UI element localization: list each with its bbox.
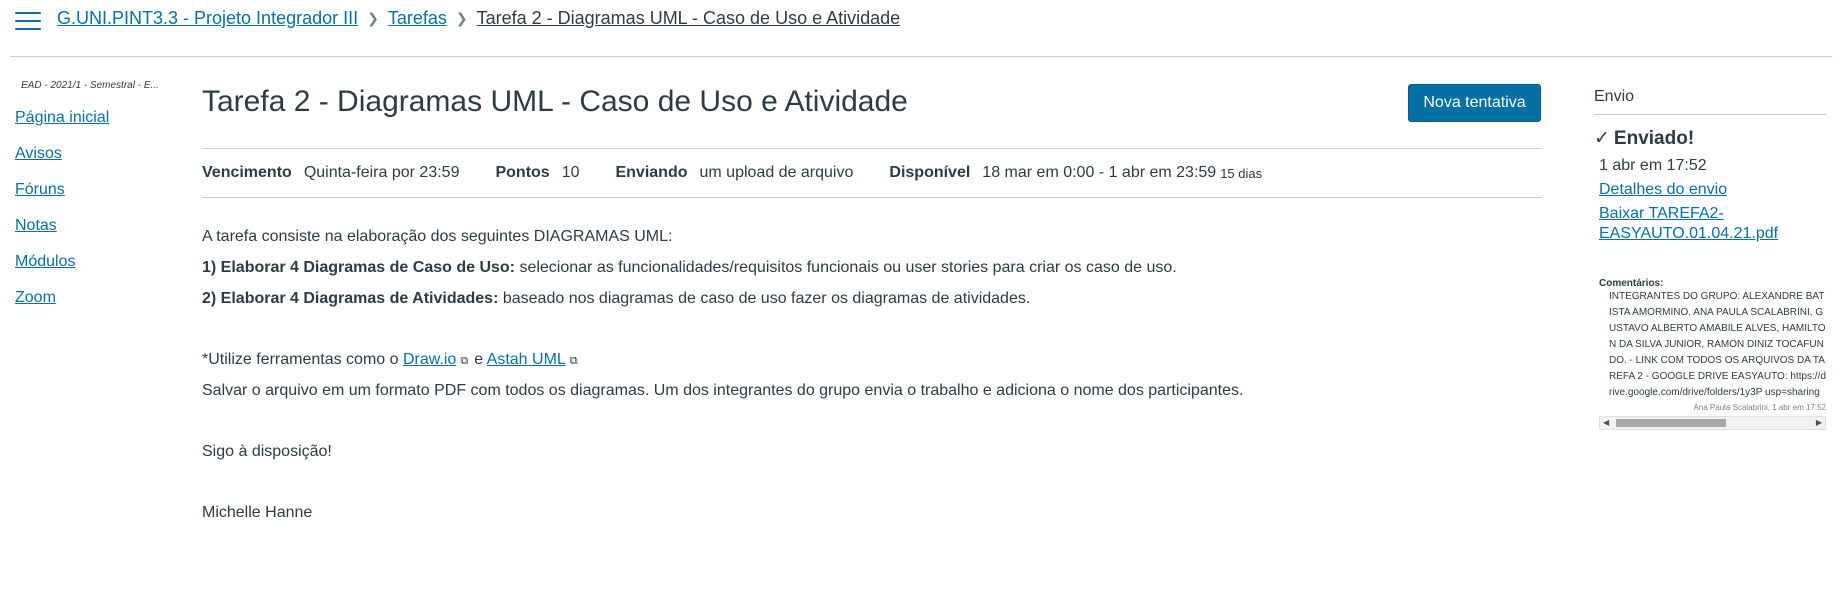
submitting-label: Enviando [615, 164, 688, 181]
breadcrumb: G.UNI.PINT3.3 - Projeto Integrador III ❯… [57, 8, 900, 29]
submission-status-text: Enviado! [1613, 128, 1695, 149]
comment-text: INTEGRANTES DO GRUPO: ALEXANDRE BATISTA … [1609, 291, 1826, 398]
item-2-heading: 2) Elaborar 4 Diagramas de Atividades: [202, 290, 499, 307]
points-value: 10 [561, 164, 580, 181]
scroll-right-icon[interactable]: ▶ [1816, 417, 1822, 429]
available-value: 18 mar em 0:00 - 1 abr em 23:59 [982, 164, 1217, 181]
nav-item-grades[interactable]: Notas [0, 216, 180, 252]
nav-item-modules[interactable]: Módulos [0, 252, 180, 288]
breadcrumb-tasks-link[interactable]: Tarefas [388, 8, 447, 29]
description-tools: *Utilize ferramentas como o Draw.io ⧉ e As… [202, 350, 584, 371]
scrollbar-thumb[interactable] [1616, 419, 1726, 427]
available-days: 15 dias [1220, 165, 1263, 181]
nav-item-forums[interactable]: Fóruns [0, 180, 180, 216]
due-label: Vencimento [202, 164, 292, 181]
astah-link[interactable]: Astah UML [487, 351, 566, 368]
description-intro: A tarefa consiste na elaboração dos segu… [202, 228, 673, 245]
external-link-icon: ⧉ [460, 355, 469, 367]
assignment-main: Tarefa 2 - Diagramas UML - Caso de Uso e… [202, 82, 1542, 521]
page-title: Tarefa 2 - Diagramas UML - Caso de Uso e… [202, 85, 908, 118]
submission-heading: Envio [1594, 88, 1826, 115]
description-save: Salvar o arquivo em um formato PDF com t… [202, 382, 1244, 399]
available-label: Disponível [889, 164, 971, 181]
chevron-right-icon: ❯ [367, 10, 379, 26]
nav-item-announcements[interactable]: Avisos [0, 144, 180, 180]
download-file-link[interactable]: Baixar TAREFA2-EASYAUTO.01.04.21.pdf [1599, 205, 1778, 242]
check-icon: ✓ [1594, 128, 1610, 149]
course-navigation: EAD - 2021/1 - Semestral - E... Página i… [0, 80, 180, 324]
header-divider [10, 56, 1832, 57]
description-item-2: 2) Elaborar 4 Diagramas de Atividades: b… [202, 289, 1030, 309]
nav-item-zoom[interactable]: Zoom [0, 288, 180, 324]
description-closing: Sigo à disposição! [202, 443, 332, 460]
comments-label: Comentários: [1599, 278, 1664, 289]
chevron-right-icon: ❯ [455, 10, 468, 26]
comment-item: INTEGRANTES DO GRUPO: ALEXANDRE BATISTA … [1599, 289, 1826, 412]
submission-details-link[interactable]: Detalhes do envio [1599, 181, 1727, 198]
item-1-heading: 1) Elaborar 4 Diagramas de Caso de Uso: [202, 259, 515, 276]
comment-horizontal-scrollbar[interactable]: ◀ ▶ [1599, 416, 1826, 430]
breadcrumb-current[interactable]: Tarefa 2 - Diagramas UML - Caso de Uso e… [477, 8, 901, 29]
external-link-icon: ⧉ [569, 355, 578, 367]
top-header: G.UNI.PINT3.3 - Projeto Integrador III ❯… [0, 0, 1840, 57]
item-1-text: selecionar as funcionalidades/requisitos… [515, 259, 1177, 276]
hamburger-menu-icon[interactable] [15, 12, 41, 32]
new-attempt-button[interactable]: Nova tentativa [1408, 84, 1541, 122]
submission-date: 1 abr em 17:52 [1599, 157, 1707, 174]
description-signature: Michelle Hanne [202, 504, 313, 521]
scroll-left-icon[interactable]: ◀ [1603, 417, 1609, 429]
description-item-1: 1) Elaborar 4 Diagramas de Caso de Uso: … [202, 258, 1177, 278]
course-term-label: EAD - 2021/1 - Semestral - E... [21, 80, 159, 91]
tools-and: e [474, 351, 487, 368]
nav-item-home[interactable]: Página inicial [0, 108, 180, 144]
due-value: Quinta-feira por 23:59 [303, 164, 460, 181]
breadcrumb-course-link[interactable]: G.UNI.PINT3.3 - Projeto Integrador III [57, 8, 358, 29]
assignment-details-bar: Vencimento Quinta-feira por 23:59 Pontos… [202, 148, 1542, 198]
submission-sidebar: Envio ✓ Enviado! 1 abr em 17:52 Detalhes … [1594, 88, 1826, 430]
submitting-value: um upload de arquivo [699, 164, 854, 181]
item-2-text: baseado nos diagramas de caso de uso faz… [498, 290, 1031, 307]
drawio-link[interactable]: Draw.io [403, 351, 456, 368]
submission-status: ✓ Enviado! [1594, 127, 1826, 150]
points-label: Pontos [495, 164, 550, 181]
tools-prefix: *Utilize ferramentas como o [202, 351, 403, 368]
comment-author: Ana Paula Scalabrini, 1 abr em 17:52 [1693, 403, 1826, 412]
